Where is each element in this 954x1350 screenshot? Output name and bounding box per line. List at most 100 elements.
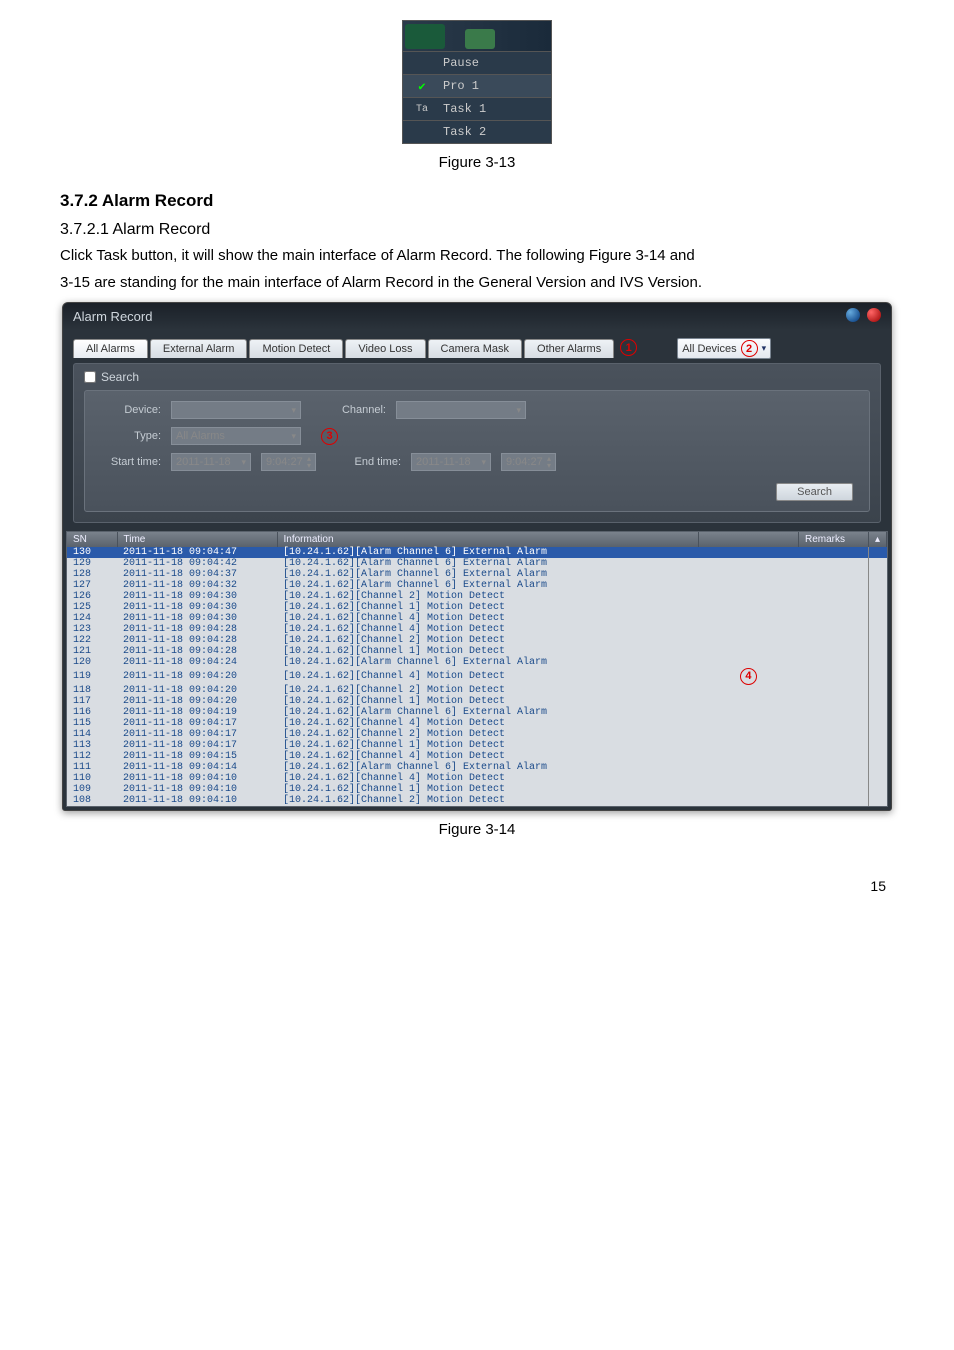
cell-info: [10.24.1.62][Channel 1] Motion Detect — [277, 740, 698, 751]
cell-sn: 120 — [67, 657, 117, 668]
cell-sn: 115 — [67, 718, 117, 729]
table-row[interactable]: 1182011-11-18 09:04:20[10.24.1.62][Chann… — [67, 685, 887, 696]
cell-info: [10.24.1.62][Channel 1] Motion Detect — [277, 784, 698, 795]
cell-remarks — [798, 569, 868, 580]
cell-time: 2011-11-18 09:04:10 — [117, 795, 277, 806]
figure-3-13-menu: Pause ✔ Pro 1 Ta Task 1 Task 2 — [402, 20, 552, 144]
cell-remarks — [798, 602, 868, 613]
cell-remarks — [798, 580, 868, 591]
table-row[interactable]: 1172011-11-18 09:04:20[10.24.1.62][Chann… — [67, 696, 887, 707]
table-row[interactable]: 1192011-11-18 09:04:20[10.24.1.62][Chann… — [67, 668, 887, 685]
log-table: SN Time Information Remarks ▴ 1302011-11… — [66, 531, 888, 807]
table-row[interactable]: 1092011-11-18 09:04:10[10.24.1.62][Chann… — [67, 784, 887, 795]
cell-sn: 113 — [67, 740, 117, 751]
cell-time: 2011-11-18 09:04:37 — [117, 569, 277, 580]
table-row[interactable]: 1222011-11-18 09:04:28[10.24.1.62][Chann… — [67, 635, 887, 646]
start-time-label: Start time: — [101, 456, 161, 468]
annotation-circle-3: 3 — [321, 428, 338, 445]
cell-remarks — [798, 718, 868, 729]
cell-time: 2011-11-18 09:04:30 — [117, 613, 277, 624]
table-row[interactable]: 1302011-11-18 09:04:47[10.24.1.62][Alarm… — [67, 547, 887, 558]
table-row[interactable]: 1262011-11-18 09:04:30[10.24.1.62][Chann… — [67, 591, 887, 602]
cell-sn: 111 — [67, 762, 117, 773]
tab-external-alarm[interactable]: External Alarm — [150, 339, 248, 358]
cell-sn: 118 — [67, 685, 117, 696]
cell-sn: 122 — [67, 635, 117, 646]
cell-remarks — [798, 685, 868, 696]
table-row[interactable]: 1212011-11-18 09:04:28[10.24.1.62][Chann… — [67, 646, 887, 657]
search-checkbox[interactable] — [84, 371, 96, 383]
start-time-field[interactable]: 9:04:27▴▾ — [261, 453, 316, 471]
menu-item-task1[interactable]: Task 1 — [437, 100, 492, 118]
scroll-up-icon[interactable]: ▴ — [868, 532, 886, 547]
table-row[interactable]: 1132011-11-18 09:04:17[10.24.1.62][Chann… — [67, 740, 887, 751]
cell-sn: 123 — [67, 624, 117, 635]
cell-remarks — [798, 547, 868, 558]
close-icon[interactable] — [867, 308, 881, 322]
cell-remarks — [798, 696, 868, 707]
cell-remarks — [798, 624, 868, 635]
cell-info: [10.24.1.62][Channel 2] Motion Detect — [277, 635, 698, 646]
cell-info: [10.24.1.62][Channel 4] Motion Detect — [277, 773, 698, 784]
type-field[interactable]: All Alarms▾ — [171, 427, 301, 445]
cell-remarks — [798, 773, 868, 784]
cell-info: [10.24.1.62][Alarm Channel 6] External A… — [277, 547, 698, 558]
end-date-field[interactable]: 2011-11-18▾ — [411, 453, 491, 471]
cell-remarks — [798, 751, 868, 762]
cell-info: [10.24.1.62][Channel 2] Motion Detect — [277, 795, 698, 806]
table-row[interactable]: 1202011-11-18 09:04:24[10.24.1.62][Alarm… — [67, 657, 887, 668]
menu-item-task2[interactable]: Task 2 — [437, 123, 492, 141]
cell-info: [10.24.1.62][Channel 2] Motion Detect — [277, 685, 698, 696]
cell-sn: 127 — [67, 580, 117, 591]
table-row[interactable]: 1162011-11-18 09:04:19[10.24.1.62][Alarm… — [67, 707, 887, 718]
search-button[interactable]: Search — [776, 483, 853, 501]
tab-video-loss[interactable]: Video Loss — [345, 339, 425, 358]
table-row[interactable]: 1282011-11-18 09:04:37[10.24.1.62][Alarm… — [67, 569, 887, 580]
tab-all-alarms[interactable]: All Alarms — [73, 339, 148, 358]
device-field[interactable]: ▾ — [171, 401, 301, 419]
cell-remarks — [798, 784, 868, 795]
cell-time: 2011-11-18 09:04:32 — [117, 580, 277, 591]
table-row[interactable]: 1232011-11-18 09:04:28[10.24.1.62][Chann… — [67, 624, 887, 635]
cell-remarks — [798, 795, 868, 806]
device-dropdown[interactable]: All Devices 2 ▾ — [677, 338, 771, 359]
tab-other-alarms[interactable]: Other Alarms — [524, 339, 614, 358]
cell-time: 2011-11-18 09:04:17 — [117, 718, 277, 729]
cell-time: 2011-11-18 09:04:30 — [117, 602, 277, 613]
table-row[interactable]: 1112011-11-18 09:04:14[10.24.1.62][Alarm… — [67, 762, 887, 773]
menu-item-pause[interactable]: Pause — [437, 54, 485, 72]
end-time-field[interactable]: 9:04:27▴▾ — [501, 453, 556, 471]
device-dropdown-label: All Devices — [682, 343, 736, 355]
col-info[interactable]: Information — [277, 532, 698, 547]
table-row[interactable]: 1242011-11-18 09:04:30[10.24.1.62][Chann… — [67, 613, 887, 624]
table-row[interactable]: 1102011-11-18 09:04:10[10.24.1.62][Chann… — [67, 773, 887, 784]
cell-info: [10.24.1.62][Alarm Channel 6] External A… — [277, 707, 698, 718]
alarm-tabs: All Alarms External Alarm Motion Detect … — [73, 339, 637, 358]
cell-time: 2011-11-18 09:04:42 — [117, 558, 277, 569]
page-number: 15 — [60, 878, 894, 894]
col-time[interactable]: Time — [117, 532, 277, 547]
start-date-field[interactable]: 2011-11-18▾ — [171, 453, 251, 471]
cell-remarks — [798, 613, 868, 624]
menu-item-pro1[interactable]: Pro 1 — [437, 77, 485, 95]
table-row[interactable]: 1082011-11-18 09:04:10[10.24.1.62][Chann… — [67, 795, 887, 806]
cell-info: [10.24.1.62][Alarm Channel 6] External A… — [277, 569, 698, 580]
alarm-titlebar: Alarm Record — [63, 303, 891, 330]
channel-field[interactable]: ▾ — [396, 401, 526, 419]
cell-sn: 125 — [67, 602, 117, 613]
table-row[interactable]: 1292011-11-18 09:04:42[10.24.1.62][Alarm… — [67, 558, 887, 569]
tab-camera-mask[interactable]: Camera Mask — [428, 339, 522, 358]
col-remarks[interactable]: Remarks — [798, 532, 868, 547]
search-header-label: Search — [101, 370, 139, 384]
col-sn[interactable]: SN — [67, 532, 117, 547]
table-row[interactable]: 1152011-11-18 09:04:17[10.24.1.62][Chann… — [67, 718, 887, 729]
table-row[interactable]: 1142011-11-18 09:04:17[10.24.1.62][Chann… — [67, 729, 887, 740]
cell-remarks — [798, 657, 868, 668]
cell-info: [10.24.1.62][Alarm Channel 6] External A… — [277, 657, 698, 668]
tab-motion-detect[interactable]: Motion Detect — [249, 339, 343, 358]
minimize-icon[interactable] — [846, 308, 860, 322]
cell-time: 2011-11-18 09:04:17 — [117, 729, 277, 740]
table-row[interactable]: 1252011-11-18 09:04:30[10.24.1.62][Chann… — [67, 602, 887, 613]
table-row[interactable]: 1272011-11-18 09:04:32[10.24.1.62][Alarm… — [67, 580, 887, 591]
table-row[interactable]: 1122011-11-18 09:04:15[10.24.1.62][Chann… — [67, 751, 887, 762]
